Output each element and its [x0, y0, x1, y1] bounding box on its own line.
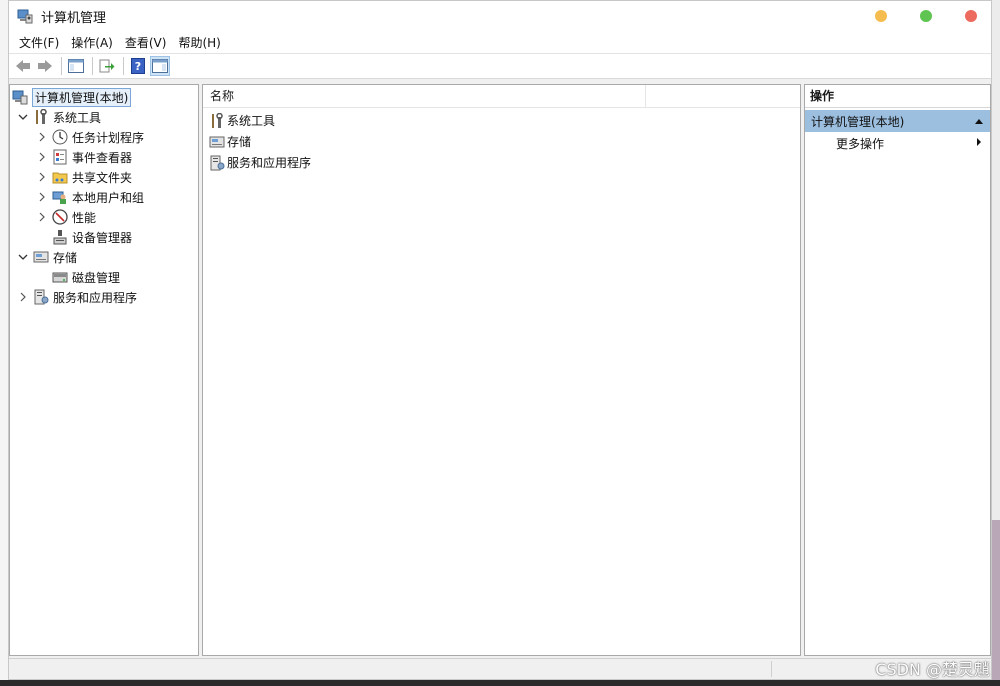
- window-title: 计算机管理: [41, 10, 107, 26]
- minimize-button[interactable]: [875, 10, 887, 22]
- chevron-right-icon[interactable]: [16, 290, 30, 304]
- title-bar[interactable]: 计算机管理: [9, 1, 991, 31]
- tree-item-label: 设备管理器: [72, 230, 133, 245]
- tree-item-storage[interactable]: 存储: [10, 247, 198, 267]
- list-header: 名称: [203, 85, 800, 108]
- performance-icon: [52, 209, 68, 225]
- chevron-right-icon[interactable]: [35, 150, 49, 164]
- result-list-pane[interactable]: 名称 系统工具 存储 服务和应用程序: [202, 84, 801, 656]
- toolbar-separator: [123, 57, 124, 75]
- tree-item-task-scheduler[interactable]: 任务计划程序: [10, 127, 198, 147]
- watermark-text: CSDN @楚灵魈: [875, 660, 990, 679]
- shared-folder-icon: [52, 169, 68, 185]
- tree-item-device-manager[interactable]: 设备管理器: [10, 227, 198, 247]
- tree-item-label: 事件查看器: [72, 150, 133, 165]
- tree-item-label: 系统工具: [53, 110, 102, 125]
- back-arrow-icon[interactable]: [13, 56, 33, 76]
- close-button[interactable]: [965, 10, 977, 22]
- tree-item-label: 服务和应用程序: [53, 290, 138, 305]
- action-pane: 操作 计算机管理(本地) 更多操作: [804, 84, 991, 656]
- tree-item-services-apps[interactable]: 服务和应用程序: [10, 287, 198, 307]
- storage-icon: [209, 134, 225, 150]
- tree-item-label: 性能: [72, 210, 97, 225]
- list-item-label: 系统工具: [227, 114, 276, 128]
- list-item-label: 服务和应用程序: [227, 156, 312, 170]
- computer-management-icon: [12, 89, 28, 105]
- chevron-down-icon[interactable]: [16, 250, 30, 264]
- action-pane-header: 操作: [805, 85, 990, 108]
- action-section-label: 计算机管理(本地): [811, 114, 905, 129]
- desktop-background-left: [0, 0, 8, 686]
- tree-item-label: 计算机管理(本地): [32, 87, 132, 107]
- collapse-up-icon[interactable]: [974, 114, 984, 128]
- tree-item-event-viewer[interactable]: 事件查看器: [10, 147, 198, 167]
- services-icon: [33, 289, 49, 305]
- svg-text:?: ?: [135, 60, 141, 73]
- computer-management-app-icon: [17, 8, 33, 24]
- desktop-background-bottom: [0, 680, 1000, 686]
- tree-item-root[interactable]: 计算机管理(本地): [10, 87, 198, 107]
- action-section-computer-management[interactable]: 计算机管理(本地): [805, 110, 990, 132]
- chevron-right-icon[interactable]: [35, 130, 49, 144]
- menu-help[interactable]: 帮助(H): [172, 34, 226, 51]
- show-hide-tree-icon[interactable]: [66, 56, 86, 76]
- main-content: 计算机管理(本地) 系统工具 任务计划程序 事件查看器 共享文件夹 本地用户和组…: [9, 84, 991, 656]
- chevron-right-icon[interactable]: [35, 190, 49, 204]
- tree-item-label: 本地用户和组: [72, 190, 145, 205]
- chevron-right-icon[interactable]: [35, 170, 49, 184]
- tree-item-system-tools[interactable]: 系统工具: [10, 107, 198, 127]
- chevron-right-icon[interactable]: [35, 210, 49, 224]
- tree-item-shared-folders[interactable]: 共享文件夹: [10, 167, 198, 187]
- storage-icon: [33, 249, 49, 265]
- tree-item-label: 任务计划程序: [72, 130, 145, 145]
- menu-bar: 文件(F) 操作(A) 查看(V) 帮助(H): [9, 31, 991, 54]
- toolbar-separator: [61, 57, 62, 75]
- chevron-down-icon[interactable]: [16, 110, 30, 124]
- show-hide-action-pane-icon[interactable]: [150, 56, 170, 76]
- action-more-actions[interactable]: 更多操作: [805, 132, 990, 154]
- computer-management-window: 计算机管理 文件(F) 操作(A) 查看(V) 帮助(H) ? 计算机管理(本地…: [8, 0, 992, 680]
- users-icon: [52, 189, 68, 205]
- toolbar: ?: [9, 54, 991, 79]
- tree-item-local-users[interactable]: 本地用户和组: [10, 187, 198, 207]
- list-item-label: 存储: [227, 135, 252, 149]
- tree-item-label: 磁盘管理: [72, 270, 121, 285]
- list-item[interactable]: 系统工具: [203, 110, 800, 131]
- console-tree-pane[interactable]: 计算机管理(本地) 系统工具 任务计划程序 事件查看器 共享文件夹 本地用户和组…: [9, 84, 199, 656]
- tree-item-label: 共享文件夹: [72, 170, 133, 185]
- menu-view[interactable]: 查看(V): [119, 34, 173, 51]
- tree-item-performance[interactable]: 性能: [10, 207, 198, 227]
- clock-icon: [52, 129, 68, 145]
- tree-item-disk-management[interactable]: 磁盘管理: [10, 267, 198, 287]
- tree-item-label: 存储: [53, 250, 78, 265]
- device-manager-icon: [52, 229, 68, 245]
- maximize-button[interactable]: [920, 10, 932, 22]
- help-icon[interactable]: ?: [128, 56, 148, 76]
- forward-arrow-icon[interactable]: [35, 56, 55, 76]
- disk-icon: [52, 269, 68, 285]
- menu-file[interactable]: 文件(F): [13, 34, 65, 51]
- services-icon: [209, 155, 225, 171]
- tools-icon: [209, 112, 225, 129]
- export-list-icon[interactable]: [97, 56, 117, 76]
- status-divider: [771, 661, 772, 677]
- list-item[interactable]: 服务和应用程序: [203, 152, 800, 173]
- menu-action[interactable]: 操作(A): [65, 34, 119, 51]
- tools-icon: [33, 109, 49, 125]
- column-header-name[interactable]: 名称: [203, 85, 646, 107]
- toolbar-separator: [92, 57, 93, 75]
- list-item[interactable]: 存储: [203, 131, 800, 152]
- status-bar: [9, 658, 991, 679]
- action-item-label: 更多操作: [836, 136, 885, 151]
- submenu-arrow-icon: [976, 136, 982, 150]
- event-log-icon: [52, 149, 68, 165]
